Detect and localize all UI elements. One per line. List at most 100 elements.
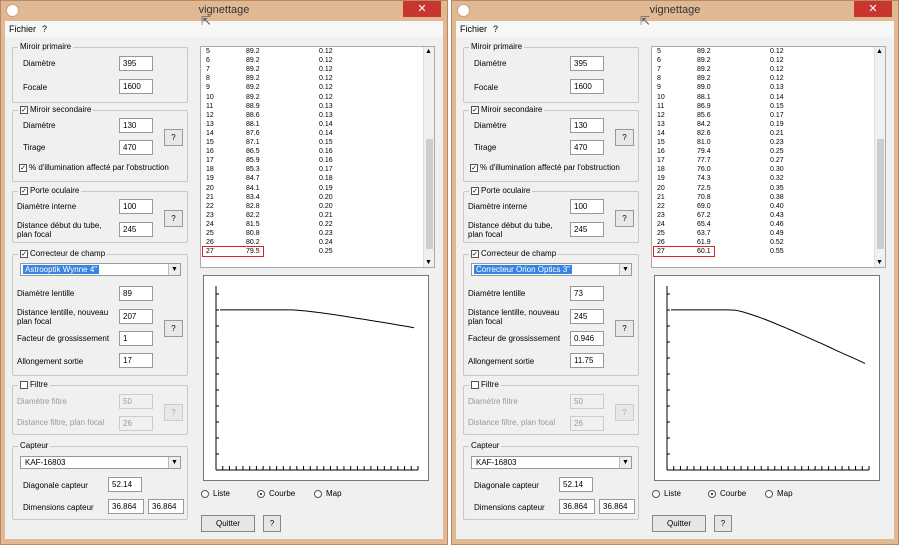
correcteur-select[interactable]: Astrooptik Wynne 4" ▼ (20, 263, 181, 276)
scroll-up-icon[interactable]: ▲ (876, 48, 883, 55)
help-secondaire-button[interactable]: ? (164, 129, 183, 146)
facteur-input[interactable]: 1 (119, 331, 153, 346)
list-item[interactable]: 22 82.8 0.20 (201, 203, 421, 211)
menu-fichier[interactable]: Fichier (460, 24, 487, 34)
list-item[interactable]: 14 82.6 0.21 (652, 130, 872, 138)
radio-liste-dot[interactable] (201, 489, 209, 498)
help-porte-oculaire-button[interactable]: ? (164, 210, 183, 227)
radio-map-dot[interactable] (314, 489, 322, 498)
radio-map[interactable]: Map (765, 489, 793, 498)
scroll-down-icon[interactable]: ▼ (876, 259, 883, 266)
radio-courbe[interactable]: Courbe (708, 489, 746, 498)
list-item[interactable]: 9 89.0 0.13 (652, 84, 872, 92)
list-item[interactable]: 11 88.9 0.13 (201, 103, 421, 111)
illumination-checkbox[interactable]: ✓ (19, 164, 27, 172)
scroll-thumb[interactable] (426, 139, 433, 249)
list-item[interactable]: 25 80.8 0.23 (201, 230, 421, 238)
distance-lentille-input[interactable]: 207 (119, 309, 153, 324)
list-item[interactable]: 13 88.1 0.14 (201, 121, 421, 129)
list-item[interactable]: 13 84.2 0.19 (652, 121, 872, 129)
dimension-height-input[interactable]: 36.864 (599, 499, 635, 514)
list-item[interactable]: 24 65.4 0.46 (652, 221, 872, 229)
help-filtre-button[interactable]: ? (615, 404, 634, 421)
diagonale-input[interactable]: 52.14 (559, 477, 593, 492)
diametre-filtre-input[interactable]: 50 (119, 394, 153, 409)
menu-help[interactable]: ? (493, 24, 498, 34)
porte-oculaire-checkbox[interactable]: ✓ (20, 186, 28, 195)
list-item[interactable]: 19 84.7 0.18 (201, 175, 421, 183)
list-item[interactable]: 23 67.2 0.43 (652, 212, 872, 220)
diametre-secondaire-input[interactable]: 130 (119, 118, 153, 133)
results-list[interactable]: 5 89.2 0.12 6 89.2 0.12 7 89.2 0.12 8 89.2 0.12 9 89.… (200, 46, 435, 268)
illumination-checkbox[interactable]: ✓ (470, 164, 478, 172)
list-item[interactable]: 14 87.6 0.14 (201, 130, 421, 138)
list-item[interactable]: 23 82.2 0.21 (201, 212, 421, 220)
list-item[interactable]: 11 86.9 0.15 (652, 103, 872, 111)
radio-courbe-dot[interactable] (708, 489, 716, 498)
list-item[interactable]: 20 84.1 0.19 (201, 185, 421, 193)
list-item[interactable]: 10 88.1 0.14 (652, 94, 872, 102)
list-item[interactable]: 15 87.1 0.15 (201, 139, 421, 147)
allongement-input[interactable]: 17 (119, 353, 153, 368)
tirage-input[interactable]: 470 (119, 140, 153, 155)
diametre-filtre-input[interactable]: 50 (570, 394, 604, 409)
filtre-checkbox[interactable] (471, 380, 479, 389)
help-button[interactable]: ? (714, 515, 732, 532)
close-button[interactable]: ✕ (854, 1, 892, 17)
radio-liste[interactable]: Liste (652, 489, 681, 498)
dimension-height-input[interactable]: 36.864 (148, 499, 184, 514)
list-item[interactable]: 9 89.2 0.12 (201, 84, 421, 92)
list-item[interactable]: 17 77.7 0.27 (652, 157, 872, 165)
diametre-secondaire-input[interactable]: 130 (570, 118, 604, 133)
list-item[interactable]: 12 85.6 0.17 (652, 112, 872, 120)
list-item[interactable]: 16 86.5 0.16 (201, 148, 421, 156)
capteur-select[interactable]: KAF-16803 ▼ (20, 456, 181, 469)
list-item[interactable]: 16 79.4 0.25 (652, 148, 872, 156)
porte-oculaire-checkbox[interactable]: ✓ (471, 186, 479, 195)
radio-courbe[interactable]: Courbe (257, 489, 295, 498)
scroll-up-icon[interactable]: ▲ (425, 48, 432, 55)
correcteur-checkbox[interactable]: ✓ (20, 249, 28, 258)
scroll-thumb[interactable] (877, 139, 884, 249)
diametre-lentille-input[interactable]: 89 (119, 286, 153, 301)
list-item[interactable]: 22 69.0 0.40 (652, 203, 872, 211)
distance-lentille-input[interactable]: 245 (570, 309, 604, 324)
radio-courbe-dot[interactable] (257, 489, 265, 498)
list-item[interactable]: 7 89.2 0.12 (652, 66, 872, 74)
help-filtre-button[interactable]: ? (164, 404, 183, 421)
miroir-secondaire-checkbox[interactable]: ✓ (471, 105, 479, 114)
allongement-input[interactable]: 11.75 (570, 353, 604, 368)
quitter-button[interactable]: Quitter (201, 515, 255, 532)
radio-liste[interactable]: Liste (201, 489, 230, 498)
list-item[interactable]: 7 89.2 0.12 (201, 66, 421, 74)
list-item[interactable]: 24 81.5 0.22 (201, 221, 421, 229)
close-button[interactable]: ✕ (403, 1, 441, 17)
distance-tube-input[interactable]: 245 (119, 222, 153, 237)
list-scrollbar[interactable]: ▲ ▼ (874, 47, 885, 267)
results-list[interactable]: 5 89.2 0.12 6 89.2 0.12 7 89.2 0.12 8 89.2 0.12 9 89.… (651, 46, 886, 268)
chevron-down-icon[interactable]: ▼ (168, 457, 180, 468)
help-secondaire-button[interactable]: ? (615, 129, 634, 146)
list-item[interactable]: 21 70.8 0.38 (652, 194, 872, 202)
list-item[interactable]: 6 89.2 0.12 (652, 57, 872, 65)
list-item[interactable]: 12 88.6 0.13 (201, 112, 421, 120)
diametre-primaire-input[interactable]: 395 (119, 56, 153, 71)
distance-filtre-input[interactable]: 26 (570, 416, 604, 431)
list-scrollbar[interactable]: ▲ ▼ (423, 47, 434, 267)
quitter-button[interactable]: Quitter (652, 515, 706, 532)
list-item[interactable]: 21 83.4 0.20 (201, 194, 421, 202)
scroll-down-icon[interactable]: ▼ (425, 259, 432, 266)
focale-input[interactable]: 1600 (570, 79, 604, 94)
radio-map[interactable]: Map (314, 489, 342, 498)
diametre-interne-input[interactable]: 100 (570, 199, 604, 214)
distance-tube-input[interactable]: 245 (570, 222, 604, 237)
list-item[interactable]: 5 89.2 0.12 (201, 48, 421, 56)
diagonale-input[interactable]: 52.14 (108, 477, 142, 492)
list-item[interactable]: 20 72.5 0.35 (652, 185, 872, 193)
list-item[interactable]: 19 74.3 0.32 (652, 175, 872, 183)
list-item[interactable]: 10 89.2 0.12 (201, 94, 421, 102)
tirage-input[interactable]: 470 (570, 140, 604, 155)
miroir-secondaire-checkbox[interactable]: ✓ (20, 105, 28, 114)
list-item[interactable]: 15 81.0 0.23 (652, 139, 872, 147)
chevron-down-icon[interactable]: ▼ (619, 264, 631, 275)
